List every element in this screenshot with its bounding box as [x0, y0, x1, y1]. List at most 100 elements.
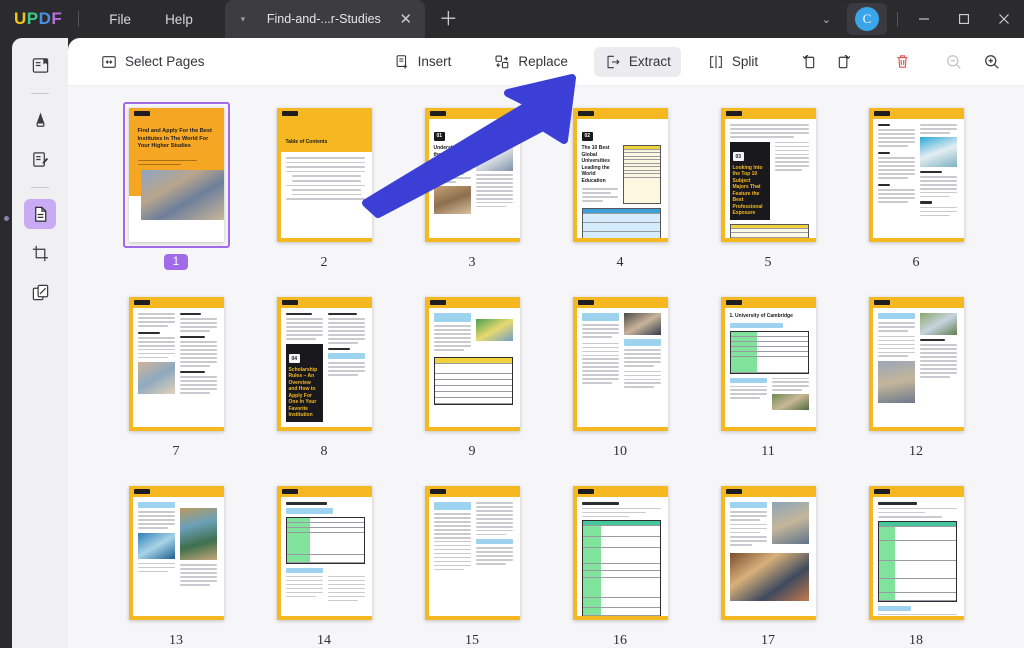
page-thumbnail[interactable]: Find and Apply For the Best Institutes I… — [128, 108, 224, 242]
page-cell[interactable]: 9 — [398, 291, 546, 460]
page-thumbnail-wrapper[interactable] — [123, 291, 230, 437]
page-thumbnail-wrapper[interactable] — [419, 291, 526, 437]
page-thumbnail[interactable] — [868, 486, 964, 620]
page-cell[interactable]: 02 The 10 Best Global Universities Leadi… — [546, 102, 694, 271]
page-cell[interactable]: 10 — [546, 291, 694, 460]
page-thumbnail[interactable] — [720, 486, 816, 620]
sidebar-collapse-handle[interactable] — [0, 198, 12, 238]
close-button[interactable] — [984, 0, 1024, 38]
page-cell[interactable]: 14 — [250, 480, 398, 648]
page-thumbnail[interactable]: 1. University of Cambridge — [720, 297, 816, 431]
left-toolbar — [12, 38, 68, 648]
page-thumbnail-wrapper[interactable] — [715, 480, 822, 626]
page-thumbnail[interactable]: 04 Scholarship Rules – An Overview and H… — [276, 297, 372, 431]
account-button[interactable]: C — [847, 3, 887, 35]
page-thumbnail[interactable]: 02 The 10 Best Global Universities Leadi… — [572, 108, 668, 242]
sidebar-item-edit-pdf[interactable] — [24, 144, 56, 174]
split-button[interactable]: Split — [697, 47, 768, 77]
page-thumbnail-area[interactable]: Find and Apply For the Best Institutes I… — [68, 86, 1024, 648]
page-thumbnail-wrapper[interactable] — [123, 480, 230, 626]
plus-icon[interactable]: ＋ — [439, 10, 458, 29]
close-icon[interactable]: ✕ — [397, 10, 415, 28]
sidebar-item-annotate-highlighter[interactable] — [24, 105, 56, 135]
delete-pages-button[interactable] — [884, 47, 920, 77]
page-thumbnail[interactable] — [424, 486, 520, 620]
page-cell[interactable]: Find and Apply For the Best Institutes I… — [102, 102, 250, 271]
page-thumbnail-wrapper[interactable] — [567, 291, 674, 437]
split-label: Split — [731, 54, 759, 69]
logo-letter-u: U — [14, 9, 27, 28]
page-thumbnail-wrapper[interactable]: 01 Understanding the M... — [419, 102, 526, 248]
chevron-down-icon[interactable]: ⌄ — [810, 5, 843, 34]
page-thumbnail[interactable] — [128, 297, 224, 431]
page-thumbnail-wrapper[interactable]: Table of Contents — [271, 102, 378, 248]
sidebar-item-reader-view[interactable] — [24, 50, 56, 80]
page-thumbnail[interactable] — [424, 297, 520, 431]
page-thumbnail-wrapper[interactable]: 02 The 10 Best Global Universities Leadi… — [567, 102, 674, 248]
page-cell[interactable]: 13 — [102, 480, 250, 648]
page-logo — [133, 110, 150, 116]
menu-help[interactable]: Help — [151, 6, 207, 33]
extract-button[interactable]: Extract — [593, 46, 681, 77]
page-heading: Scholarship Rules – An Overview and How … — [288, 366, 318, 419]
page-thumbnail-wrapper[interactable]: 1. University of Cambridge — [715, 291, 822, 437]
chevron-down-icon[interactable]: ▾ — [235, 14, 251, 25]
page-cell[interactable]: 03 Looking Into the Top 10 Subject Major… — [694, 102, 842, 271]
page-thumbnail[interactable]: 01 Understanding the M... — [424, 108, 520, 242]
page-thumbnail-wrapper[interactable] — [419, 480, 526, 626]
page-cell[interactable]: Table of Contents 2 — [250, 102, 398, 271]
chapter-number: 03 — [732, 152, 745, 162]
page-number: 16 — [613, 633, 627, 648]
maximize-button[interactable] — [944, 0, 984, 38]
page-thumbnail-wrapper[interactable]: 04 Scholarship Rules – An Overview and H… — [271, 291, 378, 437]
page-cell[interactable]: 7 — [102, 291, 250, 460]
page-thumbnail-wrapper[interactable] — [567, 480, 674, 626]
page-thumbnail[interactable] — [572, 486, 668, 620]
page-thumbnail[interactable] — [572, 297, 668, 431]
page-thumbnail[interactable] — [276, 486, 372, 620]
document-tab[interactable]: ▾ Find-and-...r-Studies ✕ — [224, 0, 425, 38]
page-thumbnail-wrapper[interactable]: 03 Looking Into the Top 10 Subject Major… — [715, 102, 822, 248]
page-thumbnail[interactable] — [868, 297, 964, 431]
insert-button[interactable]: Insert — [383, 47, 462, 77]
app-body: Select Pages Insert Replace Extract Spli… — [0, 38, 1024, 648]
sidebar-item-crop-page[interactable] — [24, 238, 56, 268]
page-cell[interactable]: 17 — [694, 480, 842, 648]
page-cell[interactable]: 18 — [842, 480, 990, 648]
page-thumbnail[interactable]: Table of Contents — [276, 108, 372, 242]
chapter-number: 02 — [581, 131, 594, 141]
page-cell[interactable]: 04 Scholarship Rules – An Overview and H… — [250, 291, 398, 460]
minimize-button[interactable] — [904, 0, 944, 38]
page-thumbnail[interactable] — [128, 486, 224, 620]
sidebar-item-organize-pages[interactable] — [24, 199, 56, 229]
page-cell[interactable]: 01 Understanding the M... 3 — [398, 102, 546, 271]
updf-window: UPDF File Help ▾ Find-and-...r-Studies ✕… — [0, 0, 1024, 648]
page-cell[interactable]: 1. University of Cambridge 11 — [694, 291, 842, 460]
replace-button[interactable]: Replace — [483, 47, 578, 77]
trash-icon — [893, 53, 911, 71]
rotate-right-button[interactable] — [826, 47, 862, 77]
page-thumbnail-wrapper[interactable] — [863, 480, 970, 626]
page-cell[interactable]: 15 — [398, 480, 546, 648]
page-cell[interactable]: 16 — [546, 480, 694, 648]
select-pages-button[interactable]: Select Pages — [90, 47, 215, 77]
extract-page-icon — [604, 53, 622, 71]
zoom-out-button[interactable] — [940, 48, 968, 76]
page-thumbnail[interactable]: 03 Looking Into the Top 10 Subject Major… — [720, 108, 816, 242]
menu-file[interactable]: File — [95, 6, 145, 33]
rotate-left-button[interactable] — [790, 47, 826, 77]
page-cell[interactable]: 6 — [842, 102, 990, 271]
page-thumbnail-wrapper[interactable] — [863, 102, 970, 248]
page-cell[interactable]: 12 — [842, 291, 990, 460]
sidebar-item-batch-process[interactable] — [24, 277, 56, 307]
page-thumbnail-wrapper[interactable] — [863, 291, 970, 437]
zoom-in-button[interactable] — [978, 48, 1006, 76]
chapter-number: 01 — [433, 131, 446, 141]
replace-label: Replace — [518, 54, 568, 69]
chapter-number: 04 — [288, 354, 301, 364]
page-thumbnail[interactable] — [868, 108, 964, 242]
page-thumbnail-wrapper[interactable] — [271, 480, 378, 626]
page-thumbnail-wrapper[interactable]: Find and Apply For the Best Institutes I… — [122, 102, 230, 248]
page-number: 7 — [172, 444, 180, 459]
insert-label: Insert — [417, 54, 452, 69]
